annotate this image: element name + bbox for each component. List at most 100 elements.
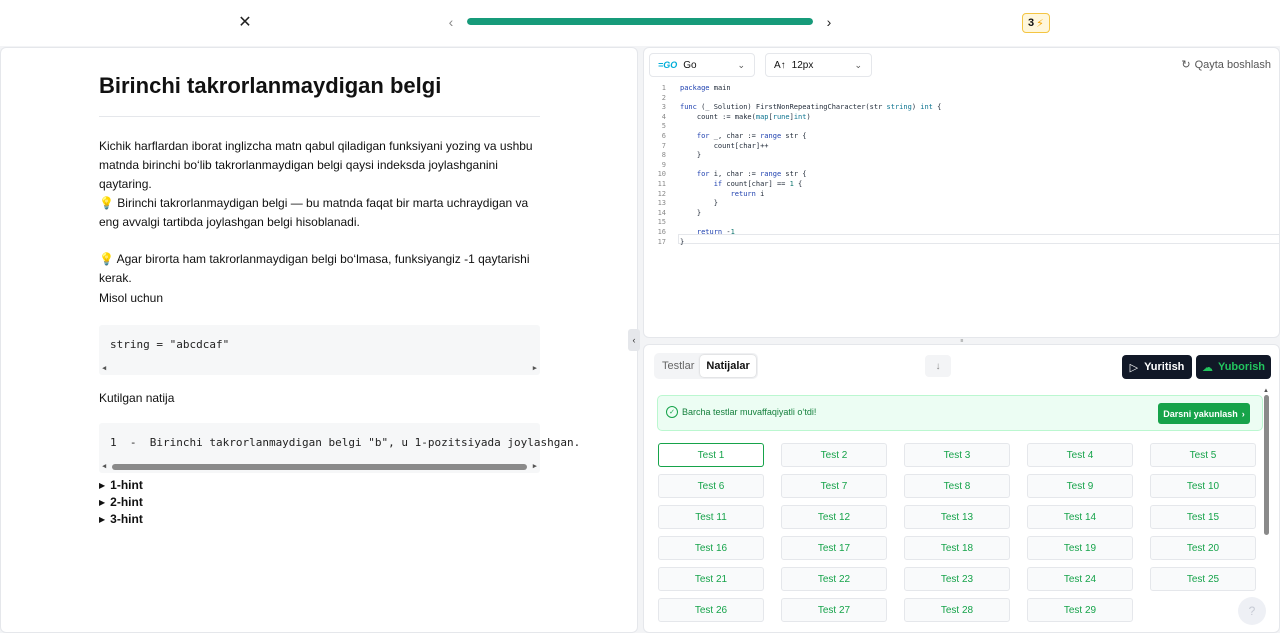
horizontal-scrollbar[interactable] (112, 464, 527, 470)
triangle-right-icon: ▶ (99, 497, 106, 507)
line-content: } (680, 208, 702, 217)
progress-fill (467, 18, 813, 25)
play-icon: ▷ (1129, 361, 1139, 374)
arrow-down-icon[interactable]: ↓ (925, 355, 951, 377)
vertical-scrollbar[interactable] (1264, 395, 1269, 535)
test-case-button[interactable]: Test 7 (781, 474, 887, 498)
code-line[interactable]: 15 (644, 218, 1279, 228)
code-line[interactable]: 13 } (644, 199, 1279, 209)
test-case-button[interactable]: Test 11 (658, 505, 764, 529)
collapse-panel-button[interactable]: ‹ (628, 329, 640, 351)
run-label: Yuritish (1144, 361, 1185, 373)
test-case-button[interactable]: Test 9 (1027, 474, 1133, 498)
test-case-button[interactable]: Test 16 (658, 536, 764, 560)
language-select[interactable]: =GO Go ⌄ (649, 53, 755, 77)
test-case-button[interactable]: Test 26 (658, 598, 764, 622)
line-number: 16 (657, 227, 666, 236)
font-size-select[interactable]: A↑ 12px ⌄ (765, 53, 872, 77)
test-case-button[interactable]: Test 6 (658, 474, 764, 498)
hint-1[interactable]: ▶ 1-hint (99, 478, 143, 492)
code-line[interactable]: 2 (644, 94, 1279, 104)
scroll-left-arrow[interactable]: ◀ (102, 364, 106, 372)
test-case-button[interactable]: Test 2 (781, 443, 887, 467)
test-case-button[interactable]: Test 15 (1150, 505, 1256, 529)
finish-lesson-button[interactable]: Darsni yakunlash › (1158, 403, 1250, 424)
font-size-icon: A↑ (774, 59, 786, 71)
line-content: for i, char := range str { (696, 170, 807, 179)
code-line[interactable]: 11 if count[char] == 1 { (644, 180, 1279, 190)
scroll-left-arrow[interactable]: ◀ (102, 462, 106, 470)
code-line[interactable]: 14 } (644, 208, 1279, 219)
triangle-right-icon: ▶ (99, 514, 106, 524)
test-case-button[interactable]: Test 1 (658, 443, 764, 467)
code-line[interactable]: 1 package main (644, 84, 1279, 94)
line-number: 15 (657, 218, 666, 227)
code-line[interactable]: 9 (644, 160, 1279, 171)
test-case-button[interactable]: Test 21 (658, 567, 764, 591)
test-case-button[interactable]: Test 19 (1027, 536, 1133, 560)
help-icon[interactable]: ? (1238, 597, 1266, 625)
scroll-right-arrow[interactable]: ▶ (533, 462, 537, 470)
tab-tests[interactable]: Testlar (656, 355, 700, 377)
streak-badge: 3 ⚡ (1022, 13, 1050, 33)
test-case-button[interactable]: Test 12 (781, 505, 887, 529)
language-value: Go (683, 59, 697, 71)
run-button[interactable]: ▷ Yuritish (1122, 355, 1192, 379)
line-content: } (680, 237, 685, 246)
code-line[interactable]: 5 (644, 122, 1279, 132)
go-logo-icon: =GO (658, 60, 678, 70)
code-line[interactable]: 4 count := make(map[rune]int) (644, 113, 1279, 123)
test-case-button[interactable]: Test 22 (781, 567, 887, 591)
problem-title: Birinchi takrorlanmaydigan belgi (99, 73, 442, 98)
code-line[interactable]: 3 func (_ Solution) FirstNonRepeatingChar… (644, 103, 1279, 113)
top-bar: ✕ ‹ › 3 ⚡ (0, 0, 1280, 46)
note-text: Birinchi takrorlanmaydigan belgi — bu ma… (99, 196, 529, 229)
test-case-button[interactable]: Test 5 (1150, 443, 1256, 467)
restart-label: Qayta boshlash (1194, 58, 1271, 71)
code-line[interactable]: 7 count[char]++ (644, 142, 1279, 152)
test-case-button[interactable]: Test 8 (904, 474, 1010, 498)
line-number: 14 (657, 208, 666, 217)
submit-button[interactable]: ☁ Yuborish (1196, 355, 1271, 379)
restart-button[interactable]: ↻ Qayta boshlash (1181, 58, 1271, 72)
test-case-button[interactable]: Test 14 (1027, 505, 1133, 529)
test-case-button[interactable]: Test 10 (1150, 474, 1256, 498)
code-line[interactable]: 12 return i (644, 190, 1279, 200)
test-case-button[interactable]: Test 27 (781, 598, 887, 622)
test-case-button[interactable]: Test 18 (904, 536, 1010, 560)
chevron-left-icon[interactable]: ‹ (445, 12, 457, 32)
test-case-button[interactable]: Test 20 (1150, 536, 1256, 560)
code-line[interactable]: 8 } (644, 151, 1279, 161)
chevron-right-icon[interactable]: › (823, 12, 835, 32)
close-icon[interactable]: ✕ (236, 12, 254, 32)
tab-results[interactable]: Natijalar (700, 355, 756, 377)
hint-2[interactable]: ▶ 2-hint (99, 495, 143, 509)
scroll-up-arrow[interactable]: ▲ (1263, 388, 1269, 394)
code-line[interactable]: 10 for i, char := range str { (644, 170, 1279, 180)
test-case-button[interactable]: Test 24 (1027, 567, 1133, 591)
test-case-button[interactable]: Test 17 (781, 536, 887, 560)
test-case-button[interactable]: Test 25 (1150, 567, 1256, 591)
test-case-button[interactable]: Test 23 (904, 567, 1010, 591)
test-case-button[interactable]: Test 28 (904, 598, 1010, 622)
expected-heading: Kutilgan natija (99, 391, 175, 405)
test-case-button[interactable]: Test 29 (1027, 598, 1133, 622)
hint-label: 1-hint (110, 478, 143, 492)
line-number: 17 (657, 237, 666, 246)
line-content: return -1 (696, 227, 735, 236)
hint-3[interactable]: ▶ 3-hint (99, 512, 143, 526)
lightning-icon: ⚡ (1036, 17, 1044, 30)
test-case-button[interactable]: Test 3 (904, 443, 1010, 467)
scroll-right-arrow[interactable]: ▶ (533, 364, 537, 372)
test-case-button[interactable]: Test 4 (1027, 443, 1133, 467)
results-tabs: Testlar Natijalar (654, 353, 758, 379)
resize-handle[interactable]: ≡ (957, 338, 967, 344)
code-line[interactable]: 17} (644, 237, 1279, 248)
code-line[interactable]: 6 for _, char := range str { (644, 132, 1279, 142)
test-case-button[interactable]: Test 13 (904, 505, 1010, 529)
example-code: string = "abcdcaf" (110, 338, 230, 351)
results-panel: Testlar Natijalar ↓ ▷ Yuritish ☁ Yuboris… (643, 344, 1280, 633)
code-line[interactable]: 16 return -1 (644, 227, 1279, 238)
line-number: 9 (661, 160, 666, 169)
code-area[interactable]: 1 package main 2 3 func (_ Solution) FirstNo… (644, 84, 1279, 248)
